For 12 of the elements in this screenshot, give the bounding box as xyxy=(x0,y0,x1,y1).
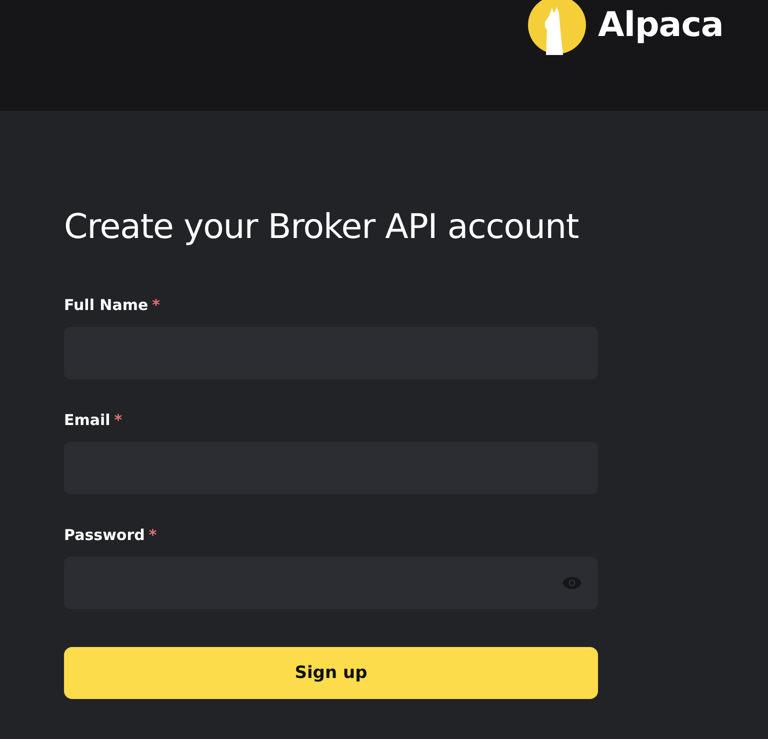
required-marker: * xyxy=(152,295,160,315)
brand-name: Alpaca xyxy=(598,4,724,44)
logo-icon xyxy=(528,0,586,55)
field-label: Full Name xyxy=(64,295,148,315)
input-field[interactable] xyxy=(64,557,598,609)
eye-icon[interactable] xyxy=(562,576,582,590)
sign-up-button[interactable]: Sign up xyxy=(64,647,598,699)
required-marker: * xyxy=(114,410,122,430)
required-marker: * xyxy=(148,525,157,545)
field-label: Email xyxy=(64,410,110,430)
form-title: Create your Broker API account xyxy=(64,207,580,247)
field-label: Password xyxy=(64,525,145,545)
